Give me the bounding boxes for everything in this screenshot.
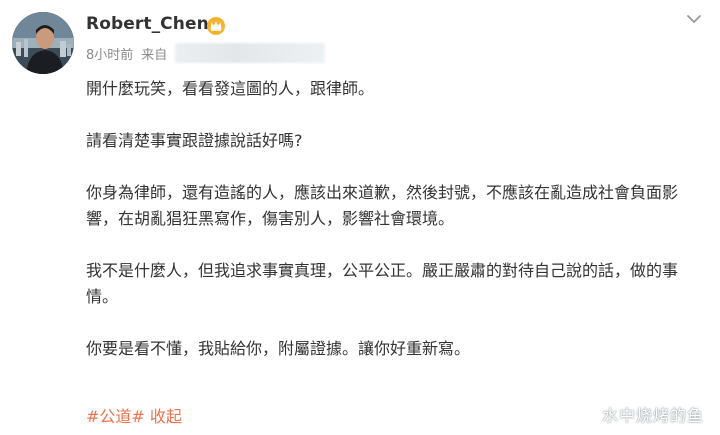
source-label: 来自 bbox=[141, 47, 168, 63]
watermark: 水中烧烤的鱼 bbox=[602, 406, 705, 425]
paragraph-4: 我不是什麼人，但我追求事實真理，公平公正。嚴正嚴肅的對待自己說的話，做的事情。 bbox=[86, 261, 679, 306]
collapse-button[interactable]: 收起 bbox=[150, 407, 182, 426]
weibo-post: Robert_Cheng 8小时前 来自 開什麼玩笑，看看發這圖的人，跟律師。 … bbox=[0, 0, 720, 435]
post-time[interactable]: 8小时前 bbox=[86, 44, 133, 63]
paragraph-5: 你要是看不懂，我貼給你，附屬證據。讓你好重新寫。 bbox=[86, 339, 471, 358]
chevron-down-icon[interactable] bbox=[683, 8, 705, 30]
blurred-source bbox=[175, 43, 326, 63]
paragraph-1: 開什麼玩笑，看看發這圖的人，跟律師。 bbox=[86, 79, 375, 98]
paragraph-2: 請看清楚事實跟證據說話好嗎? bbox=[86, 131, 303, 150]
crown-badge-icon bbox=[206, 16, 226, 36]
username[interactable]: Robert_Cheng bbox=[86, 14, 221, 34]
post-meta: 8小时前 来自 bbox=[86, 43, 326, 63]
paragraph-3: 你身為律師，還有造謠的人，應該出來道歉，然後封號，不應該在亂造成社會負面影響，在… bbox=[86, 183, 679, 228]
post-footer-links: #公道# 收起 bbox=[86, 403, 182, 427]
avatar[interactable] bbox=[12, 12, 74, 74]
hashtag-link[interactable]: #公道# bbox=[86, 407, 145, 426]
post-content: 開什麼玩笑，看看發這圖的人，跟律師。 請看清楚事實跟證據說話好嗎? 你身為律師，… bbox=[86, 76, 706, 362]
